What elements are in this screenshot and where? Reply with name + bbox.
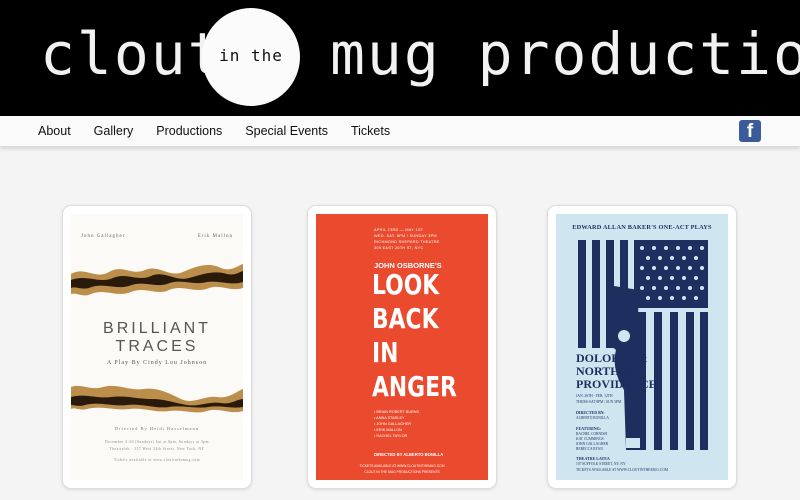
poster-look-back-in-anger[interactable]: APRIL 23RD — MAY 1ST WED. SAT. 8PM / SUN… <box>316 214 488 480</box>
poster-title-line-2: TRACES <box>115 338 199 355</box>
poster-title-word-1: LOOK <box>372 268 440 301</box>
poster-dates-2: THURS-SAT 8PM / SUN 3PM <box>576 400 622 404</box>
poster-title-word-2: BACK <box>372 302 439 335</box>
poster-featuring-label: FEATURING: <box>576 426 602 431</box>
poster-info-line-1: APRIL 23RD — MAY 1ST <box>374 228 424 232</box>
poster-info-line-2: WED. SAT. 8PM / SUNDAY 3PM <box>374 234 437 238</box>
poster-fine-print-2: Theatrelab · 357 West 34th Street, New Y… <box>109 447 205 451</box>
poster-title-word-4: ANGER <box>372 370 457 403</box>
site-logo-banner[interactable]: clout in the mug productions <box>0 0 800 116</box>
poster-play-title-3: PROVIDENCE <box>576 377 657 391</box>
poster-cast-4: • ERIK MALLON <box>374 428 402 432</box>
poster-info-line-4: 309 EAST 26TH ST, NYC <box>374 246 424 250</box>
nav-link-about[interactable]: About <box>38 124 71 138</box>
poster-fine-print-3: Tickets available at www.cloutinthemug.c… <box>113 458 200 462</box>
poster-director: Directed By Heidi Hasselmann <box>114 426 200 431</box>
poster-heading: EDWARD ALLAN BAKER'S ONE-ACT PLAYS <box>572 224 712 231</box>
logo-word-mug-productions: mug productions <box>330 20 800 88</box>
poster-name-right: Erik Mallon <box>197 234 233 239</box>
poster-title-line-1: BRILLIANT <box>103 320 211 337</box>
logo-word-clout: clout <box>40 20 225 88</box>
poster-cast-names: John Gallagher Erik Mallon <box>81 234 233 239</box>
poster-featuring-3: JOHN GALLAGHER <box>576 442 609 446</box>
poster-footer-2: CLOUT IN THE MUG PRODUCTIONS PRESENTS <box>364 470 440 474</box>
poster-cast-5: • RACHEL TAYLOR <box>374 434 408 438</box>
poster-brilliant-traces[interactable]: John Gallagher Erik Mallon BRILLIANT TRA… <box>71 214 243 480</box>
poster-card-dolores-north-of-providence[interactable]: EDWARD ALLAN BAKER'S ONE-ACT PLAYS DOLOR… <box>547 205 737 489</box>
poster-footer-1: TICKETS AVAILABLE AT WWW.CLOUTINTHEMUG.C… <box>359 464 445 468</box>
poster-dolores-north-of-providence[interactable]: EDWARD ALLAN BAKER'S ONE-ACT PLAYS DOLOR… <box>556 214 728 480</box>
nav-link-tickets[interactable]: Tickets <box>351 124 390 138</box>
burnt-edge-bottom <box>71 385 243 413</box>
poster-director: DIRECTED BY ALBERTO BONILLA <box>374 452 444 457</box>
poster-venue-label: THEATRE LATEA <box>576 456 610 461</box>
poster-card-look-back-in-anger[interactable]: APRIL 23RD — MAY 1ST WED. SAT. 8PM / SUN… <box>307 205 497 489</box>
poster-featuring-4: REBECCA RYAN <box>576 447 603 451</box>
nav-link-productions[interactable]: Productions <box>156 124 222 138</box>
poster-cast-3: • JOHN GALLAGHER <box>374 422 411 426</box>
poster-featuring-1: RACHEL CORNISH <box>576 432 607 436</box>
poster-dates-1: JAN. 26TH - FEB. 12TH <box>576 394 613 398</box>
poster-name-left: John Gallagher <box>81 234 126 239</box>
poster-venue-1: 107 SUFFOLK STREET, NY, NY <box>576 462 626 466</box>
poster-cast-2: • ANNA STARLEY <box>374 416 405 420</box>
facebook-icon[interactable]: f <box>739 120 761 142</box>
poster-director-label: DIRECTED BY: <box>576 410 605 415</box>
poster-card-brilliant-traces[interactable]: John Gallagher Erik Mallon BRILLIANT TRA… <box>62 205 252 489</box>
nav-link-special-events[interactable]: Special Events <box>245 124 328 138</box>
burnt-edge-top <box>71 264 243 296</box>
nav-link-gallery[interactable]: Gallery <box>94 124 134 138</box>
poster-fine-print-1: December 4-20 (Sundays) Sat at 8pm, Sund… <box>105 440 209 444</box>
main-nav: About Gallery Productions Special Events… <box>0 116 800 147</box>
logo-circle-text: in the <box>219 46 283 65</box>
poster-venue-2: TICKETS AVAILABLE AT WWW.CLOUTINTHEMUG.C… <box>576 468 668 472</box>
nav-links: About Gallery Productions Special Events… <box>38 116 413 146</box>
poster-cast-1: • BRIAN ROBERT BURNS <box>374 410 420 414</box>
poster-director-name: ALBERTO BONILLA <box>576 416 609 420</box>
poster-title-word-3: IN <box>372 336 399 369</box>
poster-featuring-2: KAT CUMMINGS <box>576 437 604 441</box>
logo-circle: in the <box>202 8 300 106</box>
poster-byline: A Play By Cindy Lou Johnson <box>106 360 208 366</box>
poster-info-line-3: RICHMOND SHEPARD THEATRE <box>374 240 440 244</box>
